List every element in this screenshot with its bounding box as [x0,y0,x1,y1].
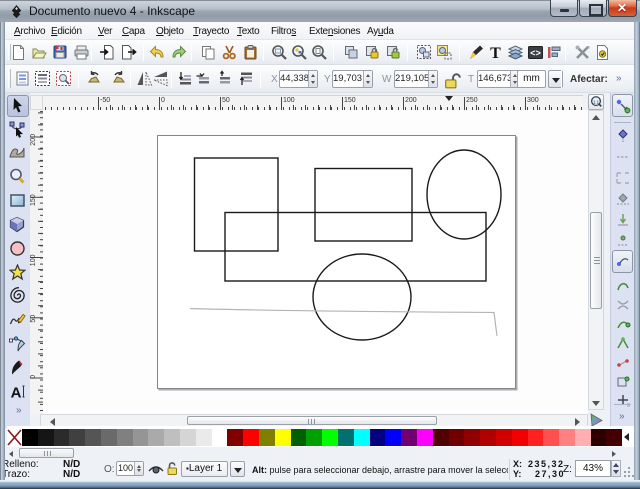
svg-text:150: 150 [30,194,37,206]
svg-text:200: 200 [30,134,37,146]
svg-text:1:1: 1:1 [593,99,600,104]
svg-text:T: T [490,45,501,61]
svg-text:50: 50 [30,315,37,323]
svg-text:<>: <> [530,49,541,59]
svg-text:A: A [11,384,22,400]
svg-text:100: 100 [30,254,37,266]
svg-text:0: 0 [30,375,37,379]
